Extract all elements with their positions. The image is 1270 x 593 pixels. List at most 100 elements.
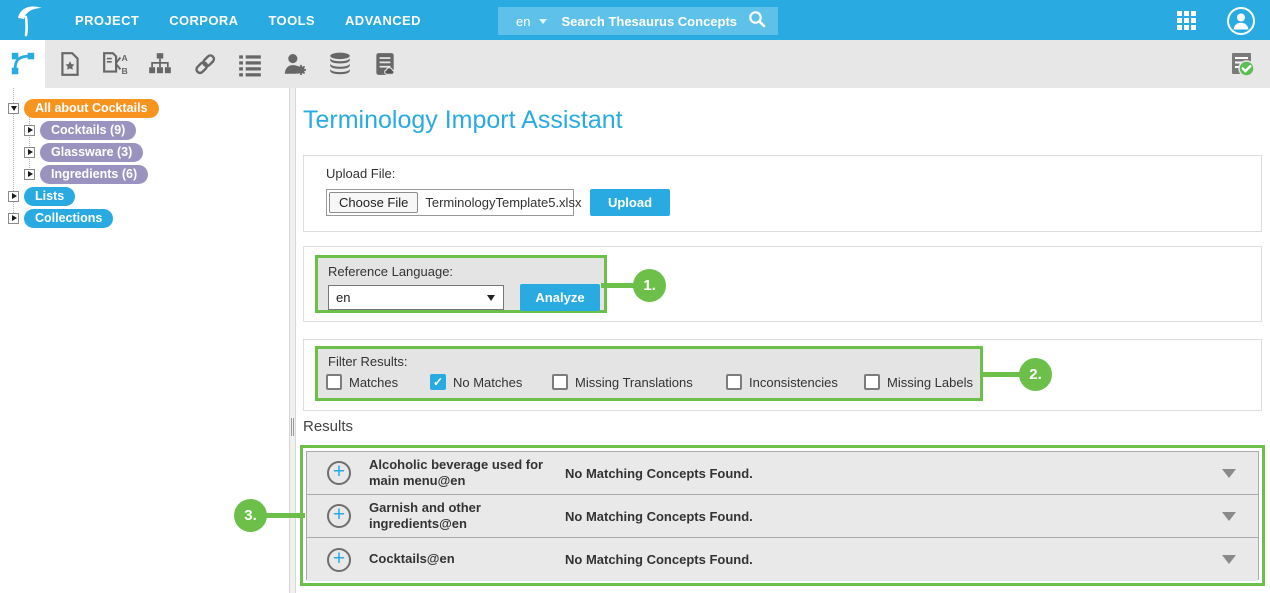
annotation-connector-3 — [263, 513, 305, 518]
add-concept-icon[interactable]: + — [327, 461, 351, 485]
report-check-icon[interactable] — [1228, 50, 1256, 78]
tree-node-glassware[interactable]: Glassware (3) — [40, 143, 143, 162]
filter-checkbox-missing-labels[interactable]: Missing Labels — [864, 374, 973, 390]
concept-label: Garnish and other ingredients@en — [369, 500, 551, 533]
filter-checkbox-inconsistencies[interactable]: Inconsistencies — [726, 374, 838, 390]
checkbox-label: Missing Translations — [575, 375, 693, 390]
choose-file-button[interactable]: Choose File — [329, 192, 418, 213]
tree-item-lists: Lists — [8, 186, 75, 206]
add-concept-icon[interactable]: + — [327, 548, 351, 572]
result-row[interactable]: + Alcoholic beverage used for main menu@… — [307, 452, 1258, 495]
tree-node-ingredients[interactable]: Ingredients (6) — [40, 165, 148, 184]
filter-checkbox-no-matches[interactable]: No Matches — [430, 374, 522, 390]
checkbox-icon[interactable] — [326, 374, 342, 390]
result-row[interactable]: + Cocktails@en No Matching Concepts Foun… — [307, 538, 1258, 581]
search-icon[interactable] — [748, 10, 766, 33]
selected-filename: TerminologyTemplate5.xlsx — [425, 195, 581, 210]
svg-text:B: B — [122, 66, 128, 76]
user-settings-icon[interactable] — [281, 50, 309, 78]
menu-corpora[interactable]: CORPORA — [169, 13, 238, 28]
tree-item-project: All about Cocktails — [8, 98, 159, 118]
selected-language-value: en — [336, 290, 487, 305]
tree-item-scheme: Ingredients (6) — [24, 164, 148, 184]
expand-arrow-icon[interactable] — [8, 213, 19, 224]
checkbox-label: No Matches — [453, 375, 522, 390]
page-title: Terminology Import Assistant — [303, 106, 623, 135]
tree-node-collections[interactable]: Collections — [24, 209, 113, 228]
annotation-badge-1: 1. — [633, 269, 666, 302]
language-dropdown-caret-icon[interactable] — [539, 19, 547, 24]
thesaurus-search-box[interactable]: en — [498, 7, 778, 35]
poolparty-logo-icon[interactable] — [14, 2, 52, 38]
upload-file-label: Upload File: — [326, 166, 395, 181]
app-window: PROJECT CORPORA TOOLS ADVANCED en — [0, 0, 1270, 593]
checkbox-label: Missing Labels — [887, 375, 973, 390]
tree-item-scheme: Cocktails (9) — [24, 120, 136, 140]
expand-caret-icon[interactable] — [1222, 555, 1236, 564]
result-row[interactable]: + Garnish and other ingredients@en No Ma… — [307, 495, 1258, 538]
expand-arrow-icon[interactable] — [24, 147, 35, 158]
annotation-badge-2: 2. — [1019, 358, 1052, 391]
results-label: Results — [303, 418, 353, 435]
concept-label: Cocktails@en — [369, 551, 551, 567]
file-input[interactable]: Choose File TerminologyTemplate5.xlsx — [326, 189, 574, 216]
add-concept-icon[interactable]: + — [327, 504, 351, 528]
menu-tools[interactable]: TOOLS — [268, 13, 315, 28]
upload-button[interactable]: Upload — [590, 189, 670, 216]
user-account-icon[interactable] — [1226, 6, 1256, 41]
link-icon[interactable] — [191, 50, 219, 78]
menu-project[interactable]: PROJECT — [75, 13, 139, 28]
match-status: No Matching Concepts Found. — [565, 466, 1222, 481]
checkbox-icon[interactable] — [430, 374, 446, 390]
expand-caret-icon[interactable] — [1222, 469, 1236, 478]
menu-advanced[interactable]: ADVANCED — [345, 13, 421, 28]
tree-node-cocktails[interactable]: Cocktails (9) — [40, 121, 136, 140]
reference-language-select[interactable]: en — [328, 285, 504, 310]
checkbox-icon[interactable] — [726, 374, 742, 390]
expand-caret-icon[interactable] — [1222, 512, 1236, 521]
toolbar-icon-group: AB — [56, 40, 399, 88]
expand-arrow-icon[interactable] — [8, 191, 19, 202]
tree-node-all-about-cocktails[interactable]: All about Cocktails — [24, 99, 159, 118]
app-switcher-grid-icon[interactable] — [1177, 11, 1197, 31]
top-header-bar: PROJECT CORPORA TOOLS ADVANCED en — [0, 0, 1270, 40]
tree-item-collections: Collections — [8, 208, 113, 228]
filter-checkbox-matches[interactable]: Matches — [326, 374, 398, 390]
document-star-icon[interactable] — [56, 50, 84, 78]
upload-section: Upload File: Choose File TerminologyTemp… — [303, 155, 1262, 232]
sitemap-icon[interactable] — [146, 50, 174, 78]
filter-results-label: Filter Results: — [328, 354, 407, 369]
server-database-icon[interactable] — [371, 50, 399, 78]
main-menu: PROJECT CORPORA TOOLS ADVANCED — [75, 0, 421, 40]
annotation-box-step1: Reference Language: en Analyze — [315, 255, 607, 313]
match-status: No Matching Concepts Found. — [565, 552, 1222, 567]
expand-arrow-icon[interactable] — [24, 169, 35, 180]
checkbox-label: Inconsistencies — [749, 375, 838, 390]
tree-item-scheme: Glassware (3) — [24, 142, 143, 162]
checkbox-label: Matches — [349, 375, 398, 390]
reference-language-label: Reference Language: — [328, 264, 453, 279]
annotation-badge-3: 3. — [234, 499, 267, 532]
search-language-selector[interactable]: en — [516, 14, 530, 29]
checkbox-icon[interactable] — [552, 374, 568, 390]
list-icon[interactable] — [236, 50, 264, 78]
tree-node-lists[interactable]: Lists — [24, 187, 75, 206]
document-classify-ab-icon[interactable]: AB — [101, 50, 129, 78]
select-caret-icon — [487, 295, 495, 301]
annotation-box-step3: + Alcoholic beverage used for main menu@… — [300, 445, 1265, 586]
results-list: + Alcoholic beverage used for main menu@… — [306, 451, 1259, 580]
search-input[interactable] — [561, 14, 748, 29]
match-status: No Matching Concepts Found. — [565, 509, 1222, 524]
annotation-box-step2: Filter Results: Matches No Matches Missi… — [315, 346, 983, 401]
filter-checkbox-missing-translations[interactable]: Missing Translations — [552, 374, 693, 390]
svg-text:A: A — [122, 53, 129, 63]
module-toolbar: AB — [0, 40, 1270, 88]
expand-arrow-icon[interactable] — [24, 125, 35, 136]
main-content: Terminology Import Assistant Upload File… — [296, 88, 1270, 593]
collapse-arrow-icon[interactable] — [8, 103, 19, 114]
database-icon[interactable] — [326, 50, 354, 78]
analyze-button[interactable]: Analyze — [520, 284, 600, 311]
checkbox-icon[interactable] — [864, 374, 880, 390]
taxonomy-tree-icon[interactable] — [0, 40, 45, 88]
splitter-grip[interactable] — [291, 418, 294, 436]
